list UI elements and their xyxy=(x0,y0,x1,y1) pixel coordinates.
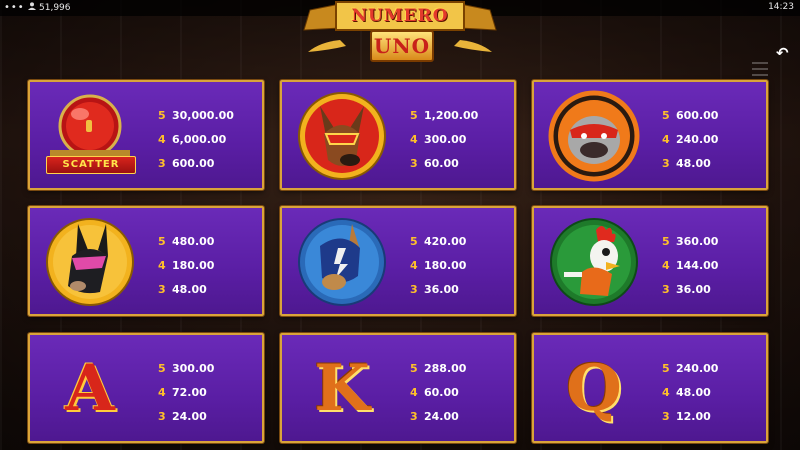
menu-dots-icon[interactable]: ••• xyxy=(4,2,25,13)
pay-row: 5 300.00 xyxy=(158,362,215,375)
pay-row: 4 48.00 xyxy=(662,386,711,399)
shepherd-blue-mask-icon xyxy=(294,216,390,308)
pay-row: 3 24.00 xyxy=(158,410,207,423)
pay-row: 4 60.00 xyxy=(410,386,459,399)
logo-uno: UNO xyxy=(370,30,434,62)
doberman-red-mask-icon xyxy=(294,90,390,182)
letter-a-icon: A xyxy=(42,343,138,435)
pay-row: 4 6,000.00 xyxy=(158,133,227,146)
pay-list: 5 288.00 4 60.00 3 24.00 xyxy=(410,357,510,429)
paytable-panel-letter-q: Q 5 240.00 4 48.00 3 12.00 xyxy=(532,333,768,443)
paytable-panel-doberman-red: 5 1,200.00 4 300.00 3 60.00 xyxy=(280,80,516,190)
logo-numero: NUMERO xyxy=(351,6,449,26)
paytable-panel-letter-a: A 5 300.00 4 72.00 3 24.00 xyxy=(28,333,264,443)
pay-list: 5 420.00 4 180.00 3 36.00 xyxy=(410,230,510,302)
pay-row: 4 300.00 xyxy=(410,133,467,146)
balance-value: 51,996 xyxy=(39,3,71,13)
paytable-panel-bulldog: 5 600.00 4 240.00 3 48.00 xyxy=(532,80,768,190)
pay-row: 3 48.00 xyxy=(662,157,711,170)
pay-list: 5 1,200.00 4 300.00 3 60.00 xyxy=(410,104,510,176)
letter-q-icon: Q xyxy=(546,343,642,435)
letter-k-glyph: K xyxy=(314,351,370,426)
balance-display: 51,996 xyxy=(28,2,71,13)
pay-row: 3 12.00 xyxy=(662,410,711,423)
pay-list: 5 600.00 4 240.00 3 48.00 xyxy=(662,104,762,176)
pay-row: 4 144.00 xyxy=(662,259,719,272)
pay-row: 5 30,000.00 xyxy=(158,109,234,122)
pay-row: 4 180.00 xyxy=(158,259,215,272)
pay-row: 5 288.00 xyxy=(410,362,467,375)
pay-row: 3 48.00 xyxy=(158,283,207,296)
pay-row: 4 180.00 xyxy=(410,259,467,272)
bulldog-icon xyxy=(546,90,642,182)
paytable-panel-scatter: SCATTER 5 30,000.00 4 6,000.00 3 600.00 xyxy=(28,80,264,190)
pay-list: 5 480.00 4 180.00 3 48.00 xyxy=(158,230,258,302)
pay-row: 3 36.00 xyxy=(662,283,711,296)
pay-row: 3 36.00 xyxy=(410,283,459,296)
back-arrow-icon[interactable]: ↶ xyxy=(776,44,789,62)
letter-q-glyph: Q xyxy=(566,351,622,426)
game-logo: NUMERO UNO xyxy=(300,0,500,68)
pay-row: 4 72.00 xyxy=(158,386,207,399)
doberman-pink-mask-icon xyxy=(42,216,138,308)
paytable-panel-shepherd-blue: 5 420.00 4 180.00 3 36.00 xyxy=(280,206,516,316)
rooster-icon xyxy=(546,216,642,308)
scatter-label: SCATTER xyxy=(46,156,136,174)
letter-a-glyph: A xyxy=(65,351,115,426)
scatter-bell-icon: SCATTER xyxy=(42,90,138,182)
pay-row: 5 480.00 xyxy=(158,235,215,248)
pay-row: 3 24.00 xyxy=(410,410,459,423)
clock: 14:23 xyxy=(768,2,794,12)
pay-list: 5 30,000.00 4 6,000.00 3 600.00 xyxy=(158,104,258,176)
pay-list: 5 240.00 4 48.00 3 12.00 xyxy=(662,357,762,429)
paytable-panel-doberman-pink: 5 480.00 4 180.00 3 48.00 xyxy=(28,206,264,316)
letter-k-icon: K xyxy=(294,343,390,435)
side-decoration xyxy=(752,62,768,80)
pay-list: 5 360.00 4 144.00 3 36.00 xyxy=(662,230,762,302)
user-icon xyxy=(28,2,36,13)
pay-list: 5 300.00 4 72.00 3 24.00 xyxy=(158,357,258,429)
pay-row: 5 240.00 xyxy=(662,362,719,375)
pay-row: 4 240.00 xyxy=(662,133,719,146)
pay-row: 5 420.00 xyxy=(410,235,467,248)
paytable-panel-rooster: 5 360.00 4 144.00 3 36.00 xyxy=(532,206,768,316)
pay-row: 5 600.00 xyxy=(662,109,719,122)
pay-row: 3 600.00 xyxy=(158,157,215,170)
pay-row: 3 60.00 xyxy=(410,157,459,170)
pay-row: 5 1,200.00 xyxy=(410,109,479,122)
pay-row: 5 360.00 xyxy=(662,235,719,248)
paytable-panel-letter-k: K 5 288.00 4 60.00 3 24.00 xyxy=(280,333,516,443)
